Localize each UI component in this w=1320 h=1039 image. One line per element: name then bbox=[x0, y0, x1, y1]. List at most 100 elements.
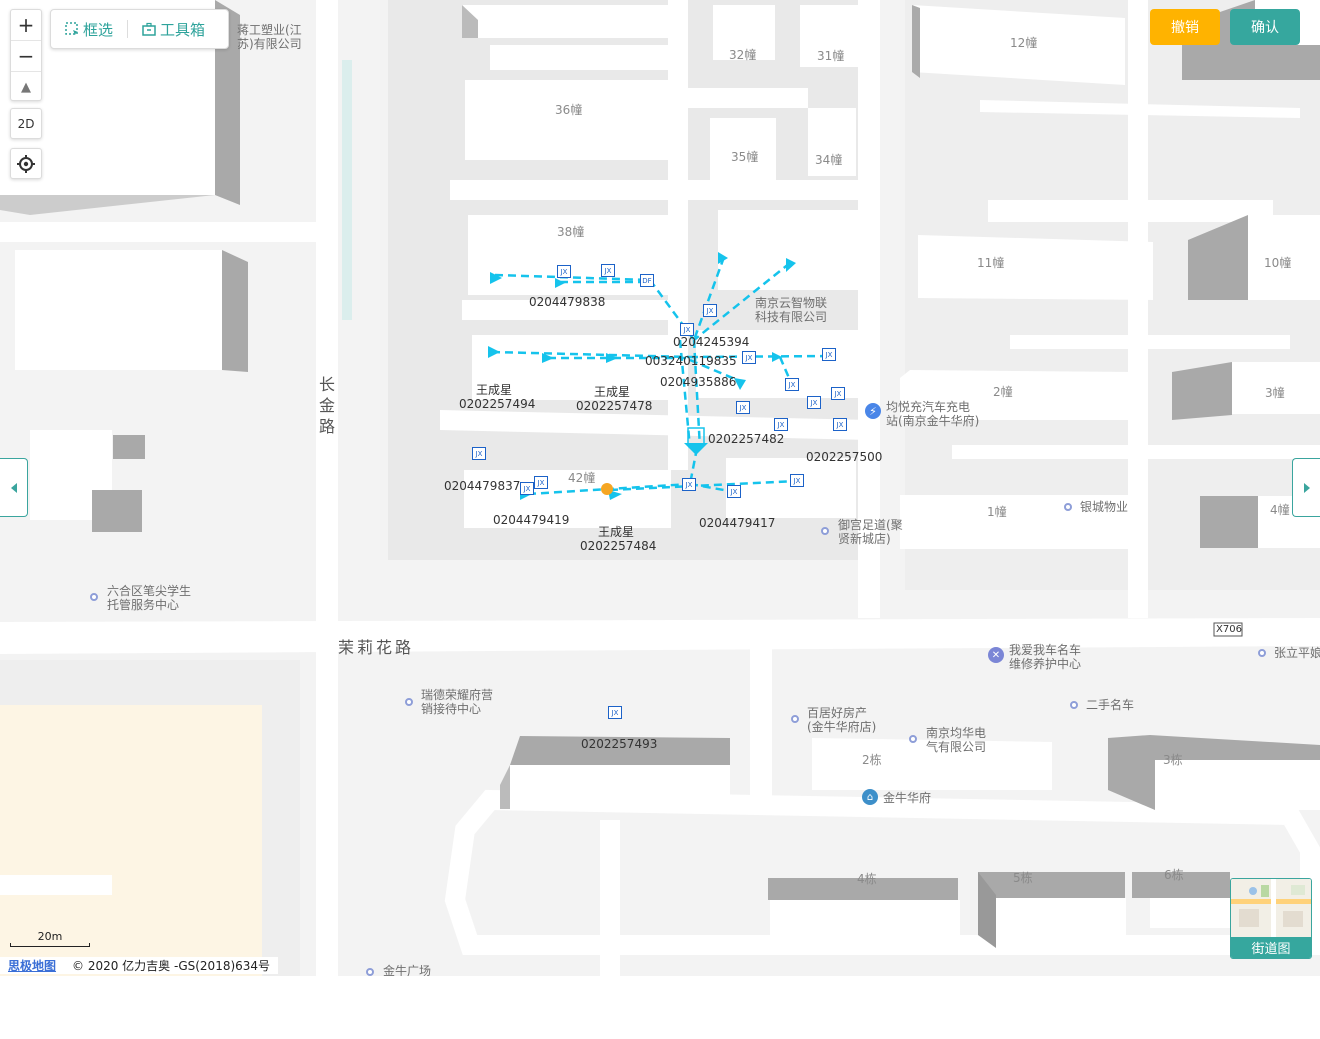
locate-button[interactable] bbox=[10, 148, 42, 179]
road bbox=[0, 222, 316, 242]
poi-label: 均悦充汽车充电 bbox=[886, 400, 971, 414]
view-2d-button[interactable]: 2D bbox=[10, 108, 42, 139]
building-label: 11幢 bbox=[977, 256, 1005, 270]
device-tag-jx[interactable]: JX bbox=[682, 478, 696, 491]
device-tag-jx[interactable]: JX bbox=[822, 348, 836, 361]
device-tag-jx[interactable]: JX bbox=[680, 323, 694, 336]
poi-label: 我爱我车名车 bbox=[1009, 643, 1082, 657]
poi-label: 蒋工塑业(江 bbox=[237, 23, 302, 37]
device-tag-jx[interactable]: JX bbox=[520, 482, 534, 495]
confirm-button[interactable]: 确认 bbox=[1230, 9, 1300, 45]
network-id-label[interactable]: 0202257484 bbox=[580, 539, 656, 553]
device-tag-jx[interactable]: JX bbox=[831, 387, 845, 400]
scale-label: 20m bbox=[37, 930, 63, 943]
chevron-right-icon bbox=[1303, 482, 1310, 493]
selected-point[interactable] bbox=[601, 483, 613, 495]
copyright-text: © 2020 亿力吉奥 -GS(2018)634号 bbox=[64, 956, 279, 974]
network-id-label[interactable]: 0202257478 bbox=[576, 399, 652, 413]
road-shield-x706: X706 bbox=[1216, 624, 1242, 635]
poi-dot-icon[interactable] bbox=[1258, 649, 1266, 657]
chevron-left-icon bbox=[10, 482, 17, 493]
poi-label: 瑞德荣耀府营 bbox=[421, 688, 494, 702]
road-label-changjin: 长金路 bbox=[319, 375, 336, 436]
building-label: 35幢 bbox=[731, 150, 759, 164]
car-repair-icon[interactable]: ✕ bbox=[988, 647, 1004, 663]
device-tag-jx[interactable]: JX bbox=[774, 418, 788, 431]
building-label: 34幢 bbox=[815, 153, 843, 167]
network-id-label[interactable]: 0204479419 bbox=[493, 513, 569, 527]
poi-label: 苏)有限公司 bbox=[237, 37, 302, 51]
street-view-label: 街道图 bbox=[1231, 937, 1311, 958]
building-label: 4栋 bbox=[857, 872, 877, 886]
left-panel-toggle[interactable] bbox=[0, 458, 28, 517]
building-label: 5栋 bbox=[1013, 871, 1033, 885]
poi-label: 贤新城店) bbox=[838, 532, 891, 546]
charging-icon[interactable]: ⚡ bbox=[865, 403, 881, 419]
poi-dot-icon[interactable] bbox=[909, 735, 917, 743]
map-attribution: 思极地图 © 2020 亿力吉奥 -GS(2018)634号 bbox=[0, 955, 279, 975]
road bbox=[0, 875, 112, 895]
device-tag-jx[interactable]: JX bbox=[833, 418, 847, 431]
device-tag-jx[interactable]: JX bbox=[472, 447, 486, 460]
poi-dot-icon[interactable] bbox=[791, 715, 799, 723]
poi-label: 维修养护中心 bbox=[1009, 657, 1082, 671]
map-brand-link[interactable]: 思极地图 bbox=[0, 956, 65, 974]
poi-dot-icon[interactable] bbox=[366, 968, 374, 976]
device-tag-jx[interactable]: JX bbox=[807, 396, 821, 409]
poi-dot-icon[interactable] bbox=[1070, 701, 1078, 709]
road-molihua bbox=[0, 618, 1320, 654]
poi-dot-icon[interactable] bbox=[821, 527, 829, 535]
network-id-label[interactable]: 0202257494 bbox=[459, 397, 535, 411]
toolbox-button[interactable]: 工具箱 bbox=[128, 19, 219, 40]
device-tag-jx[interactable]: JX bbox=[790, 474, 804, 487]
box-select-button[interactable]: 框选 bbox=[51, 19, 127, 40]
zoom-in-button[interactable]: + bbox=[11, 10, 41, 41]
map-layer bbox=[0, 0, 1320, 976]
building-label: 4幢 bbox=[1270, 503, 1290, 517]
network-id-label[interactable]: 003240119835 bbox=[645, 354, 737, 368]
right-panel-toggle[interactable] bbox=[1292, 458, 1320, 517]
map-canvas[interactable]: 茉莉花路 长金路 X706 32幢 31幢 36幢 35幢 34幢 38幢 12… bbox=[0, 0, 1320, 976]
device-tag-df[interactable]: DF bbox=[640, 274, 654, 287]
building-label: 12幢 bbox=[1010, 36, 1038, 50]
residence-icon[interactable]: ⌂ bbox=[862, 789, 878, 805]
network-id-label[interactable]: 0204935886 bbox=[660, 375, 736, 389]
device-tag-jx[interactable]: JX bbox=[736, 401, 750, 414]
network-id-label[interactable]: 0202257493 bbox=[581, 737, 657, 751]
network-id-label[interactable]: 0204245394 bbox=[673, 335, 749, 349]
poi-label: 金牛广场 bbox=[383, 964, 432, 976]
device-tag-jx[interactable]: JX bbox=[534, 476, 548, 489]
network-id-label[interactable]: 0204479838 bbox=[529, 295, 605, 309]
poi-dot-icon[interactable] bbox=[90, 593, 98, 601]
device-tag-jx[interactable]: JX bbox=[785, 378, 799, 391]
building-label: 2幢 bbox=[993, 385, 1013, 399]
poi-label: (金牛华府店) bbox=[807, 720, 877, 734]
building-label: 3幢 bbox=[1265, 386, 1285, 400]
building-label: 36幢 bbox=[555, 103, 583, 117]
device-tag-jx[interactable]: JX bbox=[727, 485, 741, 498]
device-tag-jx[interactable]: JX bbox=[742, 351, 756, 364]
poi-label: 张立平娘 bbox=[1274, 646, 1320, 660]
poi-label: 南京均华电 bbox=[926, 726, 987, 740]
compass-icon[interactable]: ▲ bbox=[11, 72, 41, 102]
building-label: 31幢 bbox=[817, 49, 845, 63]
undo-button[interactable]: 撤销 bbox=[1150, 9, 1220, 45]
network-id-label[interactable]: 0204479837 bbox=[444, 479, 520, 493]
network-id-label[interactable]: 0204479417 bbox=[699, 516, 775, 530]
poi-label: 站(南京金牛华府) bbox=[886, 414, 980, 428]
network-owner-label: 王成星 bbox=[476, 383, 513, 397]
device-tag-jx[interactable]: JX bbox=[608, 706, 622, 719]
network-owner-label: 王成星 bbox=[594, 385, 631, 399]
zoom-out-button[interactable]: − bbox=[11, 41, 41, 72]
building-label: 3栋 bbox=[1163, 753, 1183, 767]
network-id-label[interactable]: 0202257482 bbox=[708, 432, 784, 446]
device-tag-jx[interactable]: JX bbox=[601, 264, 615, 277]
poi-dot-icon[interactable] bbox=[1064, 503, 1072, 511]
scale-bar: 20m bbox=[10, 930, 90, 948]
poi-dot-icon[interactable] bbox=[405, 698, 413, 706]
network-id-label[interactable]: 0202257500 bbox=[806, 450, 882, 464]
street-view-button[interactable]: 街道图 bbox=[1230, 878, 1312, 959]
toolbox-label: 工具箱 bbox=[160, 20, 206, 39]
device-tag-jx[interactable]: JX bbox=[703, 304, 717, 317]
device-tag-jx[interactable]: JX bbox=[557, 265, 571, 278]
